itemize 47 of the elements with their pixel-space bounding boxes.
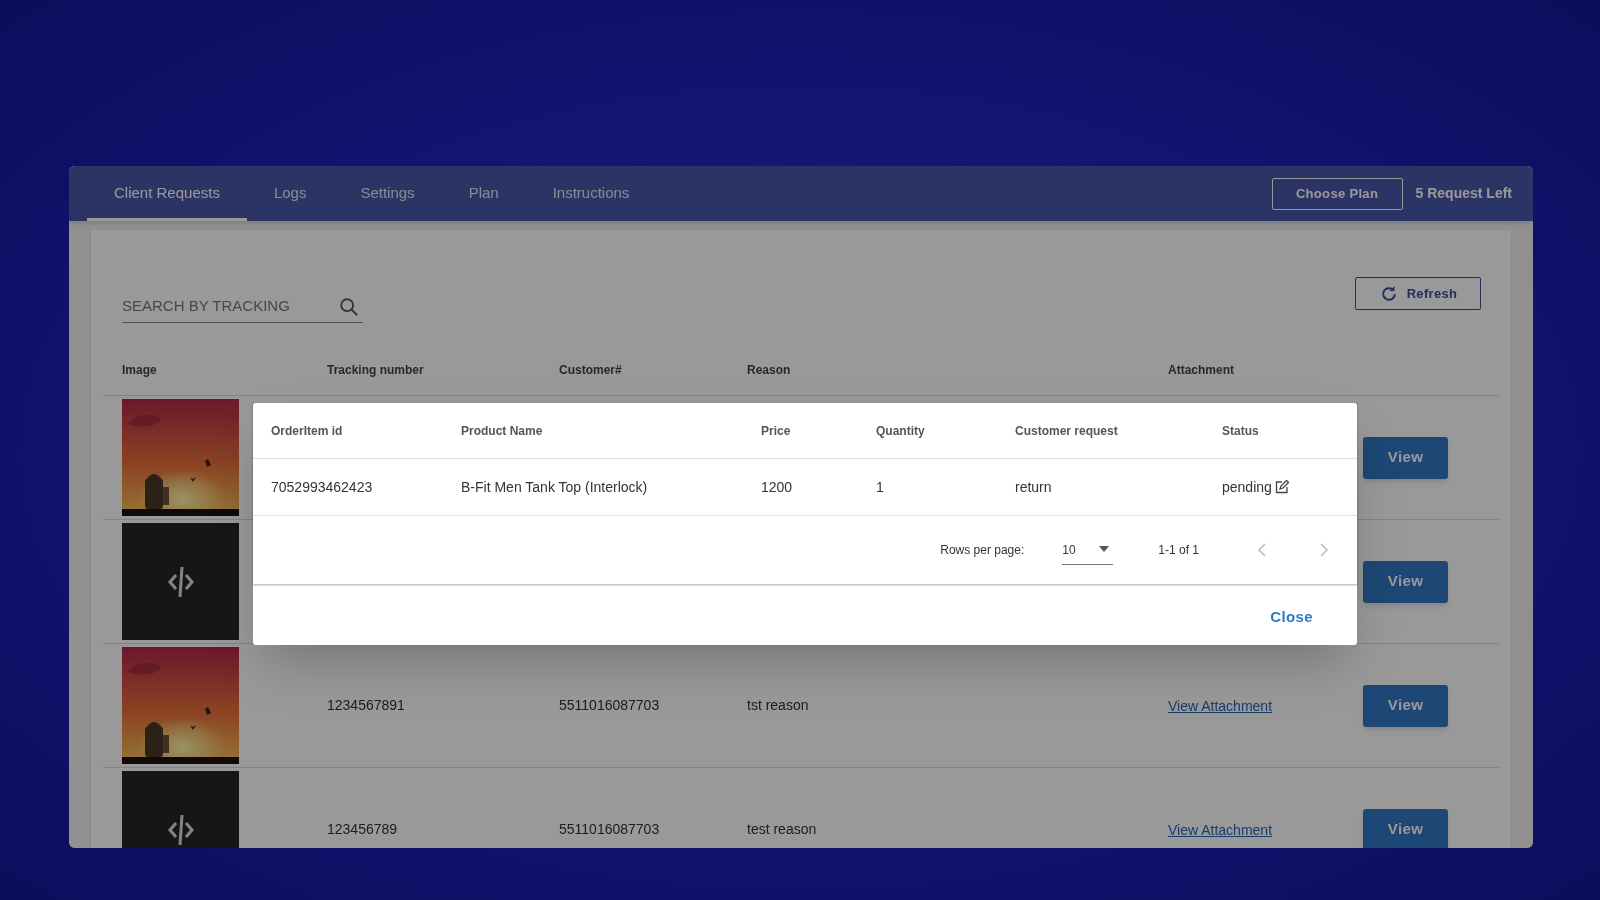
page-range-text: 1-1 of 1 <box>1158 542 1199 559</box>
view-button[interactable]: View <box>1363 808 1448 848</box>
column-header: Reason <box>747 362 792 379</box>
column-header: Attachment <box>1168 362 1235 379</box>
rows-per-page-label: Rows per page: <box>940 542 1025 559</box>
column-header: Product Name <box>461 422 544 440</box>
column-header: Image <box>122 362 158 379</box>
refresh-button[interactable]: Refresh <box>1355 277 1481 310</box>
nav-tab[interactable]: Plan <box>441 166 526 221</box>
customer-number: 5511016087703 <box>559 820 661 839</box>
edit-icon[interactable] <box>1274 480 1289 494</box>
table-cell-text: 1 <box>876 477 885 497</box>
nav-tab[interactable]: Logs <box>246 166 334 221</box>
reason-text: test reason <box>747 820 818 839</box>
nav-tab[interactable]: Instructions <box>525 166 657 221</box>
code-icon <box>166 564 195 599</box>
code-icon <box>166 812 195 847</box>
table-cell-text: B-Fit Men Tank Top (Interlock) <box>461 477 649 497</box>
column-header: Tracking number <box>327 362 425 379</box>
view-button[interactable]: View <box>1363 684 1448 727</box>
column-header: Customer# <box>559 362 623 379</box>
search-field[interactable]: SEARCH BY TRACKING <box>122 295 338 318</box>
tracking-number: 1234567891 <box>327 696 406 715</box>
table-cell-text: return <box>1015 477 1053 497</box>
attachment-link[interactable]: View Attachment <box>1168 697 1273 714</box>
attachment-link[interactable]: View Attachment <box>1168 821 1273 838</box>
table-cell-text: 1200 <box>761 477 794 497</box>
nav-tab[interactable]: Settings <box>333 166 442 221</box>
column-header: Price <box>761 422 792 440</box>
rows-per-page-select[interactable]: 10 <box>1062 535 1114 565</box>
close-button[interactable]: Close <box>1264 602 1319 633</box>
nav-tab[interactable]: Client Requests <box>87 166 247 221</box>
requests-left-text: 5 Request Left <box>1415 184 1512 203</box>
view-button[interactable]: View <box>1363 560 1448 603</box>
reason-text: tst reason <box>747 696 810 715</box>
customer-number: 5511016087703 <box>559 696 661 715</box>
table-cell-text: 7052993462423 <box>271 477 374 497</box>
tracking-number: 123456789 <box>327 820 399 839</box>
column-header: OrderItem id <box>271 422 344 440</box>
dropdown-icon <box>1098 546 1111 553</box>
search-icon[interactable] <box>338 295 360 318</box>
view-button[interactable]: View <box>1363 436 1448 479</box>
choose-plan-button[interactable]: Choose Plan <box>1271 177 1403 210</box>
status-text: pending <box>1222 477 1272 497</box>
column-header: Customer request <box>1015 422 1119 440</box>
column-header: Status <box>1222 422 1260 440</box>
column-header: Quantity <box>876 422 926 440</box>
